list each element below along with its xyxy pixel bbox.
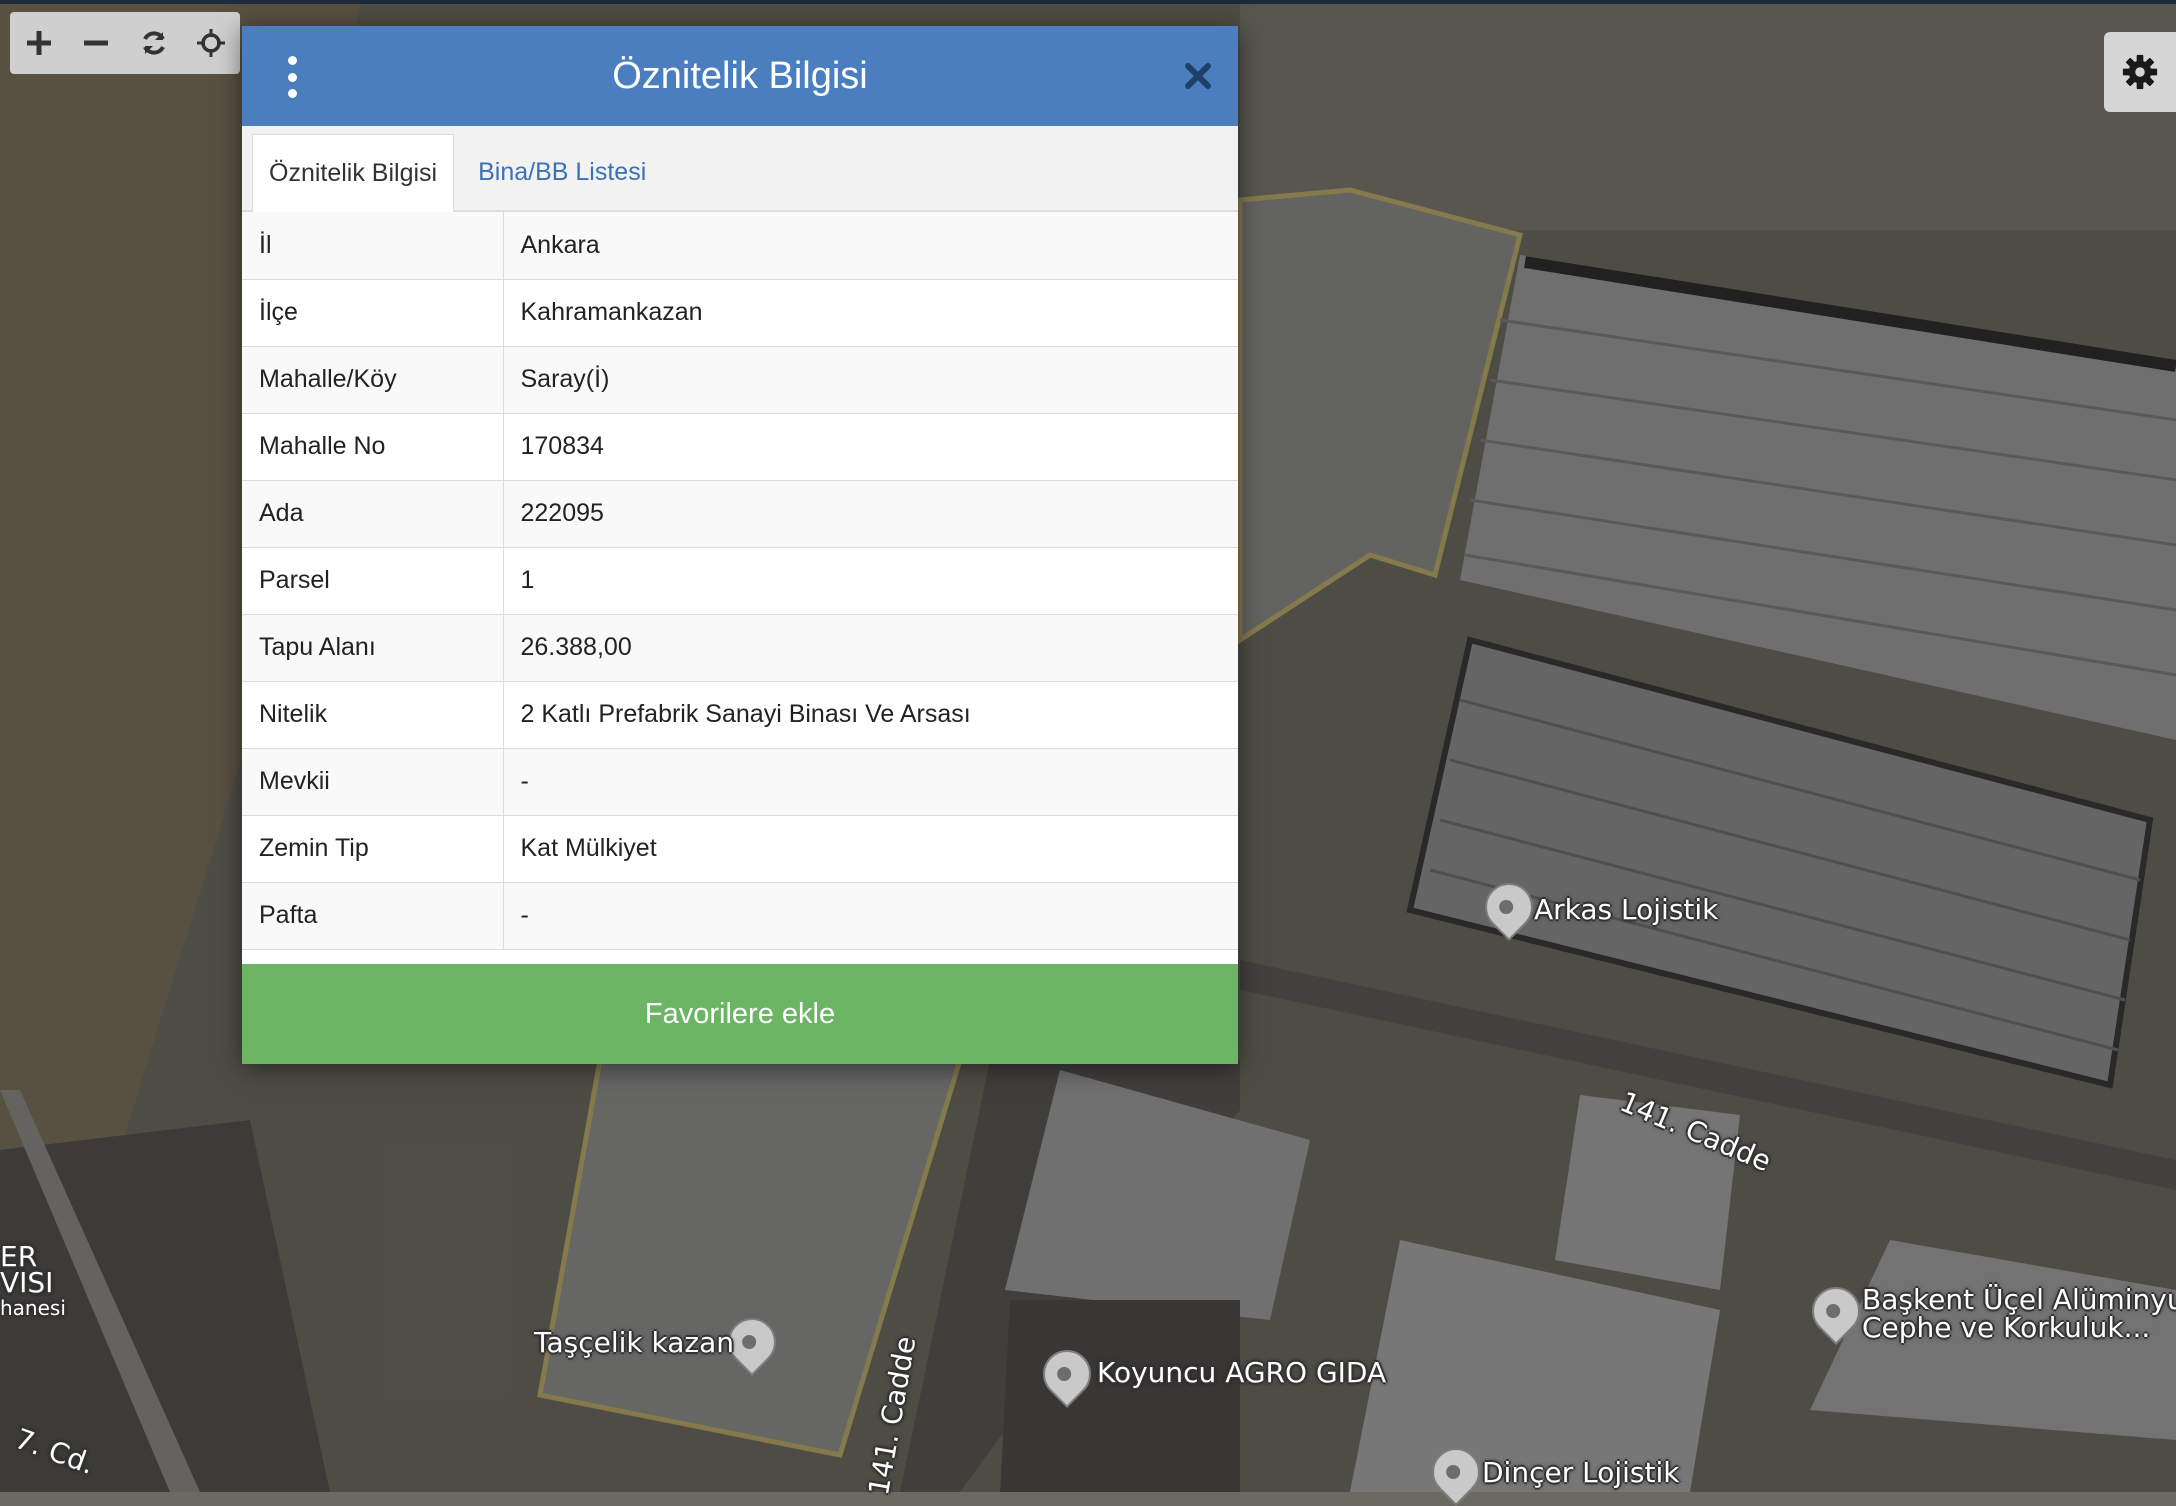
- table-row: Zemin Tip Kat Mülkiyet: [242, 815, 1238, 883]
- table-row: Nitelik 2 Katlı Prefabrik Sanayi Binası …: [242, 681, 1238, 749]
- row-key: Ada: [242, 480, 504, 548]
- gear-icon: [2122, 54, 2158, 90]
- dialog-header: Öznitelik Bilgisi: [242, 26, 1238, 126]
- row-key: Pafta: [242, 882, 504, 950]
- row-value: 170834: [503, 413, 1238, 481]
- attribute-table: İl Ankara İlçe Kahramankazan Mahalle/Köy…: [242, 212, 1238, 950]
- map-label-edge-2: VISI: [0, 1266, 54, 1299]
- row-key: İl: [242, 212, 504, 280]
- refresh-button[interactable]: [125, 12, 183, 74]
- kebab-menu-icon: [287, 72, 297, 82]
- table-row: Pafta -: [242, 882, 1238, 950]
- locate-button[interactable]: [183, 12, 241, 74]
- map-label-arkas: Arkas Lojistik: [1534, 893, 1719, 926]
- table-row: Tapu Alanı 26.388,00: [242, 614, 1238, 682]
- row-value: Kahramankazan: [503, 279, 1238, 347]
- table-row: Mahalle/Köy Saray(İ): [242, 346, 1238, 414]
- table-row: Mahalle No 170834: [242, 413, 1238, 481]
- dialog-tabs: Öznitelik Bilgisi Bina/BB Listesi: [242, 126, 1238, 212]
- row-value: 222095: [503, 480, 1238, 548]
- map-label-koyuncu: Koyuncu AGRO GIDA: [1097, 1356, 1387, 1389]
- plus-icon: [26, 31, 51, 55]
- crosshair-icon: [197, 29, 226, 57]
- table-row: İl Ankara: [242, 212, 1238, 280]
- row-key: Mevkii: [242, 748, 504, 816]
- row-key: Tapu Alanı: [242, 614, 504, 682]
- map-label-baskent-2: Cephe ve Korkuluk...: [1862, 1311, 2151, 1344]
- row-key: Mahalle/Köy: [242, 346, 504, 414]
- row-key: Parsel: [242, 547, 504, 615]
- row-key: Mahalle No: [242, 413, 504, 481]
- close-icon[interactable]: [1180, 58, 1216, 94]
- menu-button[interactable]: [280, 56, 304, 98]
- zoom-out-button[interactable]: [68, 12, 126, 74]
- map-toolbar: [10, 12, 240, 74]
- row-value: Saray(İ): [503, 346, 1238, 414]
- table-row: İlçe Kahramankazan: [242, 279, 1238, 347]
- table-row: Mevkii -: [242, 748, 1238, 816]
- minus-icon: [84, 40, 109, 46]
- map-label-dincer: Dinçer Lojistik: [1482, 1456, 1680, 1489]
- map-label-tascelik: Taşçelik kazan: [534, 1326, 734, 1359]
- row-value: Ankara: [503, 212, 1238, 280]
- row-value: 2 Katlı Prefabrik Sanayi Binası Ve Arsas…: [503, 681, 1238, 749]
- row-value: 1: [503, 547, 1238, 615]
- tab-attribute-info[interactable]: Öznitelik Bilgisi: [252, 134, 455, 212]
- row-value: 26.388,00: [503, 614, 1238, 682]
- zoom-in-button[interactable]: [10, 12, 68, 74]
- table-row: Ada 222095: [242, 480, 1238, 548]
- table-row: Parsel 1: [242, 547, 1238, 615]
- kebab-menu-icon: [287, 89, 297, 98]
- kebab-menu-icon: [287, 56, 297, 65]
- map-label-edge-3: hanesi: [0, 1296, 66, 1320]
- attribute-dialog: Öznitelik Bilgisi Öznitelik Bilgisi Bina…: [242, 26, 1238, 1064]
- tab-building-list[interactable]: Bina/BB Listesi: [462, 134, 662, 210]
- dialog-title: Öznitelik Bilgisi: [612, 54, 868, 97]
- row-key: İlçe: [242, 279, 504, 347]
- refresh-icon: [142, 31, 165, 55]
- row-value: Kat Mülkiyet: [503, 815, 1238, 883]
- row-key: Nitelik: [242, 681, 504, 749]
- settings-button[interactable]: [2104, 32, 2176, 112]
- add-to-favorites-button[interactable]: Favorilere ekle: [242, 964, 1238, 1064]
- row-value: -: [503, 882, 1238, 950]
- row-value: -: [503, 748, 1238, 816]
- row-key: Zemin Tip: [242, 815, 504, 883]
